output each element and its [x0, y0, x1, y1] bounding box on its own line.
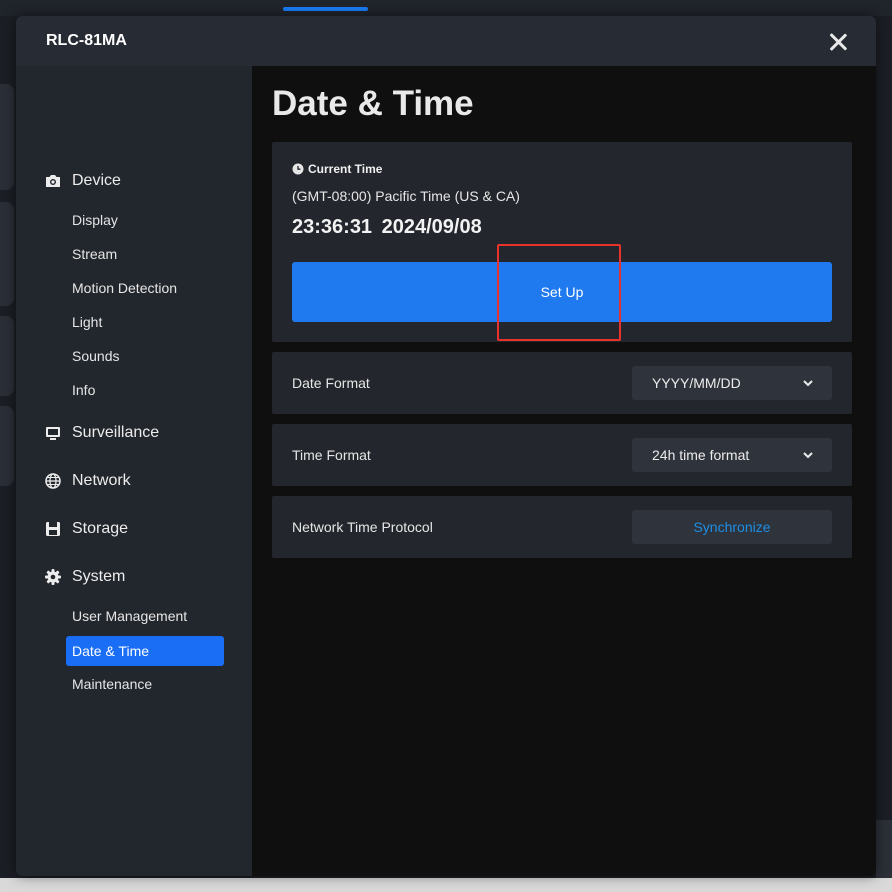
floppy-disk-icon	[46, 522, 60, 536]
background-card	[0, 84, 14, 190]
current-time-panel: Current Time (GMT-08:00) Pacific Time (U…	[272, 142, 852, 342]
background-bottom-bar	[0, 878, 892, 892]
date-format-label: Date Format	[292, 375, 370, 391]
date-format-row: Date Format YYYY/MM/DD	[272, 352, 852, 414]
sidebar-section-network[interactable]: Network	[44, 469, 131, 493]
background-panel	[876, 820, 892, 880]
current-date-value: 2024/09/08	[381, 216, 482, 238]
clock-icon	[292, 163, 304, 175]
sidebar-item-light[interactable]: Light	[66, 307, 224, 337]
gear-icon	[45, 569, 61, 585]
settings-modal: RLC-81MA Device Display Stream Motion De…	[16, 16, 876, 876]
chevron-down-icon	[803, 452, 813, 459]
chevron-down-icon	[803, 380, 813, 387]
sidebar-item-label: Stream	[72, 246, 118, 262]
sidebar-item-label: Maintenance	[72, 676, 153, 692]
background-card	[0, 202, 14, 306]
synchronize-button[interactable]: Synchronize	[632, 510, 832, 544]
sidebar-item-motion-detection[interactable]: Motion Detection	[66, 273, 224, 303]
sidebar-section-label: System	[72, 568, 126, 585]
time-format-row: Time Format 24h time format	[272, 424, 852, 486]
sidebar-section-surveillance[interactable]: Surveillance	[44, 421, 159, 445]
monitor-icon	[46, 427, 60, 440]
sidebar-item-label: Light	[72, 314, 103, 330]
sidebar-section-label: Storage	[72, 520, 129, 537]
sidebar-item-label: Sounds	[72, 348, 120, 364]
sidebar: Device Display Stream Motion Detection L…	[16, 66, 252, 876]
sidebar-section-label: Surveillance	[72, 424, 160, 441]
camera-icon	[46, 175, 60, 187]
current-time-label: Current Time	[292, 162, 382, 176]
current-datetime: 23:36:31 2024/09/08	[292, 216, 482, 239]
globe-icon	[45, 473, 61, 489]
background-top-bar	[0, 0, 892, 16]
sidebar-item-sounds[interactable]: Sounds	[66, 341, 224, 371]
sidebar-item-label: Info	[72, 382, 96, 398]
sidebar-item-label: Date & Time	[72, 643, 150, 659]
ntp-label: Network Time Protocol	[292, 519, 433, 535]
current-time-value: 23:36:31	[292, 216, 373, 238]
background-active-tab-indicator	[283, 7, 368, 11]
time-format-label: Time Format	[292, 447, 371, 463]
sidebar-item-maintenance[interactable]: Maintenance	[66, 669, 224, 699]
page-title: Date & Time	[272, 84, 474, 123]
sidebar-item-date-time[interactable]: Date & Time	[66, 636, 224, 666]
timezone-text: (GMT-08:00) Pacific Time (US & CA)	[292, 188, 520, 204]
sidebar-item-stream[interactable]: Stream	[66, 239, 224, 269]
ntp-row: Network Time Protocol Synchronize	[272, 496, 852, 558]
sidebar-section-storage[interactable]: Storage	[44, 517, 128, 541]
sidebar-item-display[interactable]: Display	[66, 205, 224, 235]
sidebar-section-device[interactable]: Device	[44, 169, 121, 193]
sidebar-item-label: User Management	[72, 608, 188, 624]
sidebar-item-label: Motion Detection	[72, 280, 178, 296]
sidebar-item-info[interactable]: Info	[66, 375, 224, 405]
set-up-button[interactable]: Set Up	[292, 262, 832, 322]
background-card	[0, 316, 14, 396]
close-button[interactable]	[824, 28, 852, 56]
date-format-value: YYYY/MM/DD	[652, 375, 741, 391]
sidebar-section-label: Network	[72, 472, 131, 489]
sidebar-item-user-management[interactable]: User Management	[66, 601, 224, 631]
date-format-select[interactable]: YYYY/MM/DD	[632, 366, 832, 400]
sidebar-section-system[interactable]: System	[44, 565, 125, 589]
background-card	[0, 406, 14, 486]
time-format-select[interactable]: 24h time format	[632, 438, 832, 472]
sidebar-section-label: Device	[72, 172, 121, 189]
modal-title: RLC-81MA	[46, 32, 127, 49]
sidebar-item-label: Display	[72, 212, 118, 228]
current-time-label-text: Current Time	[308, 162, 383, 176]
time-format-value: 24h time format	[652, 447, 750, 463]
modal-header: RLC-81MA	[16, 16, 876, 66]
